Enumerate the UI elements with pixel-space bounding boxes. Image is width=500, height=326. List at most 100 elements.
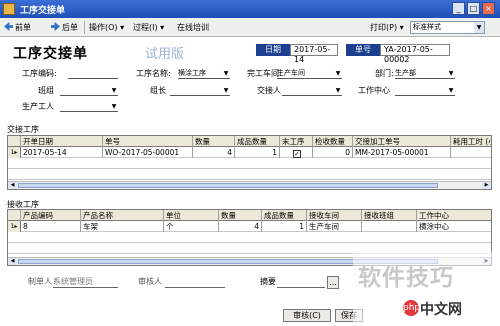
checked-cell[interactable]: 0 [313, 147, 353, 158]
col-header[interactable]: 工作中心 [417, 210, 491, 221]
arrow-right-icon [51, 22, 60, 31]
date-field[interactable]: 2017-05-14 [290, 44, 338, 64]
summary-field[interactable] [277, 287, 325, 288]
col-header[interactable]: 末工序 [280, 136, 313, 147]
unit-cell[interactable]: 个 [164, 221, 219, 232]
reviewer-underline [165, 287, 225, 288]
col-header[interactable]: 产品编码 [21, 210, 81, 221]
date-cell[interactable]: 2017-05-14 [21, 147, 103, 158]
proc-no-cell[interactable]: MM-2017-05-00001 [353, 147, 451, 158]
table-row[interactable]: 1▸ 2017-05-14 WO-2017-05-00001 4 1 ✓ 0 M… [8, 147, 491, 158]
minimize-button[interactable]: _ [452, 2, 465, 15]
chevron-down-icon: ▼ [223, 87, 229, 94]
department-field[interactable]: 生产部 ▼ [395, 68, 455, 79]
print-menu[interactable]: 打印(P) ▾ [370, 21, 404, 34]
close-button[interactable]: × [482, 2, 495, 15]
print-label: 打印(P) [370, 23, 398, 32]
scroll-left-icon[interactable]: ◀ [8, 182, 17, 189]
corner-cell [8, 136, 21, 147]
col-header[interactable]: 耗用工时 (小时) [451, 136, 491, 147]
trial-badge: 试用版 [145, 47, 185, 62]
chevron-down-icon: ▼ [474, 22, 484, 33]
process-code-field[interactable] [68, 68, 118, 79]
title-bar: 工序交接单 _ □ × [0, 0, 500, 18]
reviewer-label: 审核人 [138, 277, 162, 286]
worker-label: 生产工人 [22, 102, 54, 111]
prev-button[interactable]: 前单 [4, 21, 31, 34]
last-process-cell[interactable]: ✓ [280, 147, 313, 158]
order-no-cell[interactable]: WO-2017-05-00001 [103, 147, 193, 158]
table-row[interactable]: 1▸ 8 车架 个 4 1 生产车间 横涂中心 [8, 221, 491, 232]
finished-cell[interactable]: 1 [262, 221, 307, 232]
process-name-field[interactable]: 横涂工序 ▼ [178, 68, 230, 79]
operate-menu[interactable]: 操作(O) ▾ [89, 21, 124, 34]
scroll-left-icon[interactable]: ◀ [8, 258, 17, 265]
department-value: 生产部 [395, 69, 416, 77]
summary-lookup-button[interactable]: … [327, 276, 339, 289]
product-code-cell[interactable]: 8 [21, 221, 81, 232]
col-header[interactable]: 成品数量 [262, 210, 307, 221]
horizontal-scrollbar[interactable]: ◀ ▶ [8, 181, 491, 189]
col-header[interactable]: 单号 [103, 136, 193, 147]
table-row[interactable] [8, 232, 491, 243]
handover-grid: 开单日期 单号 数量 成品数量 末工序 检收数量 交接加工单号 耗用工时 (小时… [7, 135, 492, 190]
center-cell[interactable]: 横涂中心 [417, 221, 491, 232]
review-button[interactable]: 审核(C) [283, 309, 331, 322]
col-header[interactable]: 接收车间 [307, 210, 362, 221]
next-button[interactable]: 后单 [51, 21, 78, 34]
help-label: 在线培训 [177, 23, 209, 32]
page-title: 工序交接单 [13, 46, 88, 62]
qty-cell[interactable]: 4 [219, 221, 262, 232]
group-leader-label: 组长 [150, 86, 166, 95]
chevron-down-icon: ▼ [111, 87, 117, 94]
team-field[interactable]: ▼ [60, 85, 118, 96]
col-header[interactable]: 单位 [164, 210, 219, 221]
hours-cell[interactable] [451, 147, 491, 158]
col-header[interactable]: 成品数量 [235, 136, 280, 147]
process-name-label: 工序名称: [136, 69, 171, 78]
team-cell[interactable] [362, 221, 417, 232]
table-row[interactable] [8, 158, 491, 169]
worker-field[interactable]: ▼ [60, 101, 118, 112]
col-header[interactable]: 数量 [219, 210, 262, 221]
chevron-down-icon: ▼ [335, 70, 341, 77]
maximize-button[interactable]: □ [467, 2, 480, 15]
window-title: 工序交接单 [20, 6, 66, 16]
row-marker: 1▸ [8, 147, 21, 158]
maker-underline [53, 287, 118, 288]
process-code-label: 工序编码: [22, 69, 57, 78]
chevron-down-icon: ▼ [448, 70, 454, 77]
next-label: 后单 [62, 23, 78, 32]
col-header[interactable]: 检收数量 [313, 136, 353, 147]
arrow-left-icon [4, 22, 13, 31]
help-button[interactable]: 在线培训 [177, 21, 209, 34]
order-no-field[interactable]: YA-2017-05-00002 [380, 44, 450, 64]
product-name-cell[interactable]: 车架 [81, 221, 164, 232]
handover-person-field[interactable]: ▼ [282, 85, 342, 96]
department-label: 部门: [375, 69, 394, 78]
col-header[interactable]: 接收班组 [362, 210, 417, 221]
col-header[interactable]: 数量 [193, 136, 235, 147]
scroll-thumb[interactable] [18, 183, 438, 188]
handover-section-title: 交接工序 [7, 125, 39, 134]
col-header[interactable]: 开单日期 [21, 136, 103, 147]
col-header[interactable]: 交接加工单号 [353, 136, 451, 147]
done-workshop-field[interactable]: 生产车间 ▼ [277, 68, 342, 79]
scroll-right-icon[interactable]: ▶ [482, 182, 491, 189]
process-menu[interactable]: 过程(I) ▾ [133, 21, 164, 34]
chevron-down-icon: ▼ [223, 70, 229, 77]
checkbox-checked-icon[interactable]: ✓ [293, 150, 301, 158]
qty-cell[interactable]: 4 [193, 147, 235, 158]
row-marker: 1▸ [8, 221, 21, 232]
table-row[interactable] [8, 169, 491, 180]
finished-cell[interactable]: 1 [235, 147, 280, 158]
process-label: 过程(I) [133, 23, 158, 32]
date-label: 日期 [256, 44, 290, 56]
col-header[interactable]: 产品名称 [81, 210, 164, 221]
workshop-cell[interactable]: 生产车间 [307, 221, 362, 232]
toolbar-separator [84, 21, 85, 34]
work-center-field[interactable]: ▼ [395, 85, 455, 96]
order-no-label: 单号 [346, 44, 380, 56]
group-leader-field[interactable]: ▼ [170, 85, 230, 96]
print-style-select[interactable]: 标准样式 ▼ [410, 21, 485, 34]
